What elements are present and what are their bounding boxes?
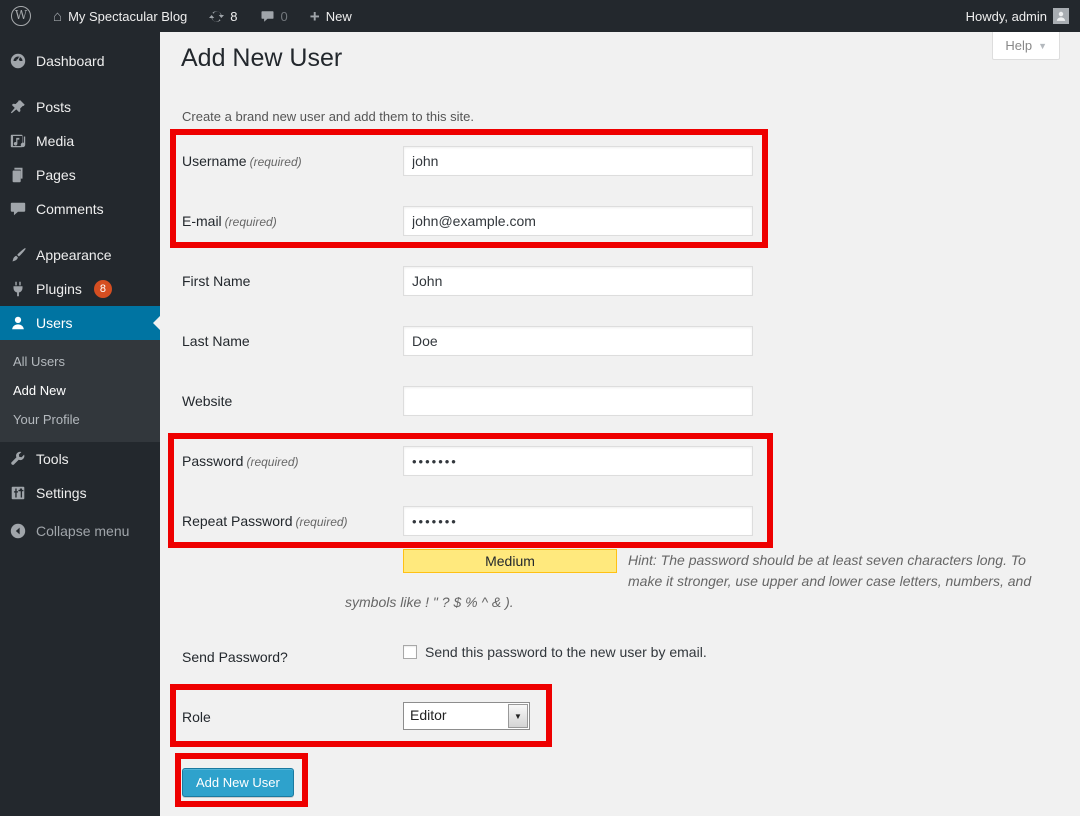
sidebar-item-plugins[interactable]: Plugins 8 xyxy=(0,272,160,306)
media-note-icon xyxy=(8,131,28,151)
wordpress-logo-menu[interactable]: W xyxy=(0,0,42,32)
website-input[interactable] xyxy=(403,386,753,416)
sidebar-label: Dashboard xyxy=(36,53,105,69)
plus-icon: + xyxy=(310,8,320,25)
account-menu[interactable]: Howdy, admin xyxy=(955,0,1080,32)
send-password-label: Send Password? xyxy=(182,647,398,667)
add-new-user-page: Help ▼ Add New User Create a brand new u… xyxy=(160,32,1080,816)
last-name-label: Last Name xyxy=(182,326,398,356)
submenu-item-add-new[interactable]: Add New xyxy=(0,376,160,405)
required-note: (required) xyxy=(246,455,298,469)
paintbrush-icon xyxy=(8,245,28,265)
update-count: 8 xyxy=(230,9,237,24)
user-icon xyxy=(8,313,28,333)
submenu-item-all-users[interactable]: All Users xyxy=(0,347,160,376)
plugins-update-badge: 8 xyxy=(94,280,112,298)
sidebar-item-comments[interactable]: Comments xyxy=(0,192,160,226)
sidebar-label: Collapse menu xyxy=(36,523,129,539)
sidebar-item-users[interactable]: Users xyxy=(0,306,160,340)
howdy-text: Howdy, admin xyxy=(966,9,1047,24)
admin-bar-left: W ⌂ My Spectacular Blog 8 0 + xyxy=(0,0,363,32)
password-hint: Hint: The password should be at least se… xyxy=(345,550,1047,613)
sidebar-label: Posts xyxy=(36,99,71,115)
collapse-arrow-icon xyxy=(8,521,28,541)
users-submenu: All Users Add New Your Profile xyxy=(0,340,160,442)
help-label: Help xyxy=(1005,38,1032,53)
active-menu-arrow xyxy=(153,316,160,330)
username-label: Username(required) xyxy=(182,146,398,177)
avatar xyxy=(1053,8,1069,24)
comment-count: 0 xyxy=(281,9,288,24)
comments-link[interactable]: 0 xyxy=(249,0,299,32)
role-selected-value: Editor xyxy=(404,703,507,729)
sidebar-label: Tools xyxy=(36,451,69,467)
sidebar-label: Users xyxy=(36,315,73,331)
admin-bar-right: Howdy, admin xyxy=(955,0,1080,32)
sidebar-label: Plugins xyxy=(36,281,82,297)
sidebar-item-pages[interactable]: Pages xyxy=(0,158,160,192)
website-label: Website xyxy=(182,386,398,416)
role-label: Role xyxy=(182,707,398,727)
password-input[interactable] xyxy=(403,446,753,476)
site-name: My Spectacular Blog xyxy=(68,9,187,24)
help-tab-button[interactable]: Help ▼ xyxy=(992,32,1060,60)
wrench-icon xyxy=(8,449,28,469)
new-label: New xyxy=(326,9,352,24)
send-password-field: Send this password to the new user by em… xyxy=(403,644,707,660)
required-note: (required) xyxy=(250,155,302,169)
update-icon xyxy=(209,9,224,24)
sidebar-label: Pages xyxy=(36,167,76,183)
pushpin-icon xyxy=(8,97,28,117)
first-name-label: First Name xyxy=(182,266,398,296)
last-name-input[interactable] xyxy=(403,326,753,356)
sidebar-label: Comments xyxy=(36,201,104,217)
sidebar-label: Media xyxy=(36,133,74,149)
sidebar-item-collapse-menu[interactable]: Collapse menu xyxy=(0,514,160,548)
site-name-link[interactable]: ⌂ My Spectacular Blog xyxy=(42,0,198,32)
email-label: E-mail(required) xyxy=(182,206,398,237)
page-title: Add New User xyxy=(181,44,342,73)
send-password-checkbox-label[interactable]: Send this password to the new user by em… xyxy=(425,644,707,660)
first-name-input[interactable] xyxy=(403,266,753,296)
sidebar-item-settings[interactable]: Settings xyxy=(0,476,160,510)
admin-sidebar-menu: Dashboard Posts Media Pages xyxy=(0,32,160,816)
sidebar-item-tools[interactable]: Tools xyxy=(0,442,160,476)
wordpress-logo-icon: W xyxy=(11,6,31,26)
sidebar-item-media[interactable]: Media xyxy=(0,124,160,158)
role-select[interactable]: Editor ▼ xyxy=(403,702,530,730)
email-input[interactable] xyxy=(403,206,753,236)
sidebar-label: Appearance xyxy=(36,247,112,263)
username-input[interactable] xyxy=(403,146,753,176)
comment-bubble-icon xyxy=(260,9,275,24)
repeat-password-input[interactable] xyxy=(403,506,753,536)
updates-link[interactable]: 8 xyxy=(198,0,248,32)
select-dropdown-button[interactable]: ▼ xyxy=(508,704,528,728)
sidebar-item-appearance[interactable]: Appearance xyxy=(0,238,160,272)
submenu-item-your-profile[interactable]: Your Profile xyxy=(0,405,160,434)
add-new-user-button[interactable]: Add New User xyxy=(182,768,294,797)
admin-bar: W ⌂ My Spectacular Blog 8 0 + xyxy=(0,0,1080,32)
plugin-icon xyxy=(8,279,28,299)
password-label: Password(required) xyxy=(182,446,398,477)
settings-sliders-icon xyxy=(8,483,28,503)
dashboard-gauge-icon xyxy=(8,51,28,71)
sidebar-label: Settings xyxy=(36,485,87,501)
chevron-down-icon: ▼ xyxy=(1038,41,1047,51)
comments-bubble-icon xyxy=(8,199,28,219)
home-icon: ⌂ xyxy=(53,9,62,24)
required-note: (required) xyxy=(225,215,277,229)
pages-icon xyxy=(8,165,28,185)
send-password-checkbox[interactable] xyxy=(403,645,417,659)
page-subtitle: Create a brand new user and add them to … xyxy=(182,109,474,124)
hint-wrap-spacer xyxy=(345,550,628,592)
new-content-link[interactable]: + New xyxy=(299,0,363,32)
repeat-password-label: Repeat Password(required) xyxy=(182,506,398,537)
sidebar-item-posts[interactable]: Posts xyxy=(0,90,160,124)
sidebar-item-dashboard[interactable]: Dashboard xyxy=(0,44,160,78)
required-note: (required) xyxy=(296,515,348,529)
